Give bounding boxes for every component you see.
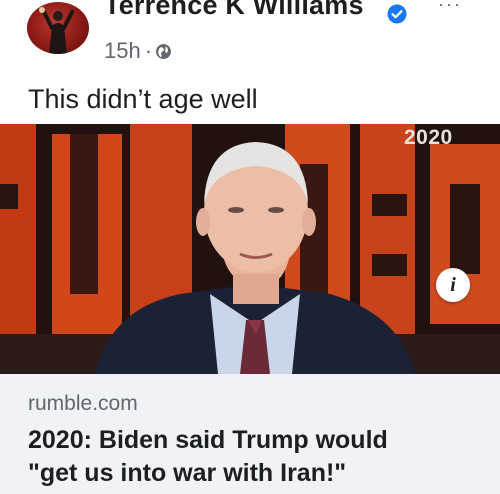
video-still-image — [0, 124, 500, 374]
avatar-image — [39, 7, 74, 54]
post-header: Terrence K Williams ··· 15h · — [0, 0, 500, 80]
post-media-image[interactable]: 2020 i — [0, 124, 500, 374]
globe-icon[interactable] — [155, 43, 172, 60]
post-timestamp[interactable]: 15h — [104, 38, 141, 64]
author-name[interactable]: Terrence K Williams — [104, 0, 364, 21]
author-avatar[interactable] — [27, 2, 89, 54]
verified-badge-icon — [387, 4, 407, 24]
link-title[interactable]: 2020: Biden said Trump would "get us int… — [28, 424, 478, 490]
year-overlay-text: 2020 — [404, 126, 453, 149]
link-title-line-2: "get us into war with Iran!" — [28, 459, 347, 487]
info-button[interactable]: i — [436, 268, 470, 302]
post-text: This didn’t age well — [28, 84, 258, 114]
link-title-line-1: 2020: Biden said Trump would — [28, 426, 388, 454]
link-domain: rumble.com — [28, 392, 138, 415]
info-icon: i — [450, 273, 456, 296]
post-meta: 15h · — [104, 38, 172, 64]
meta-separator: · — [144, 38, 153, 63]
link-preview[interactable]: rumble.com 2020: Biden said Trump would … — [0, 374, 500, 494]
ellipsis-icon[interactable]: ··· — [438, 0, 462, 15]
